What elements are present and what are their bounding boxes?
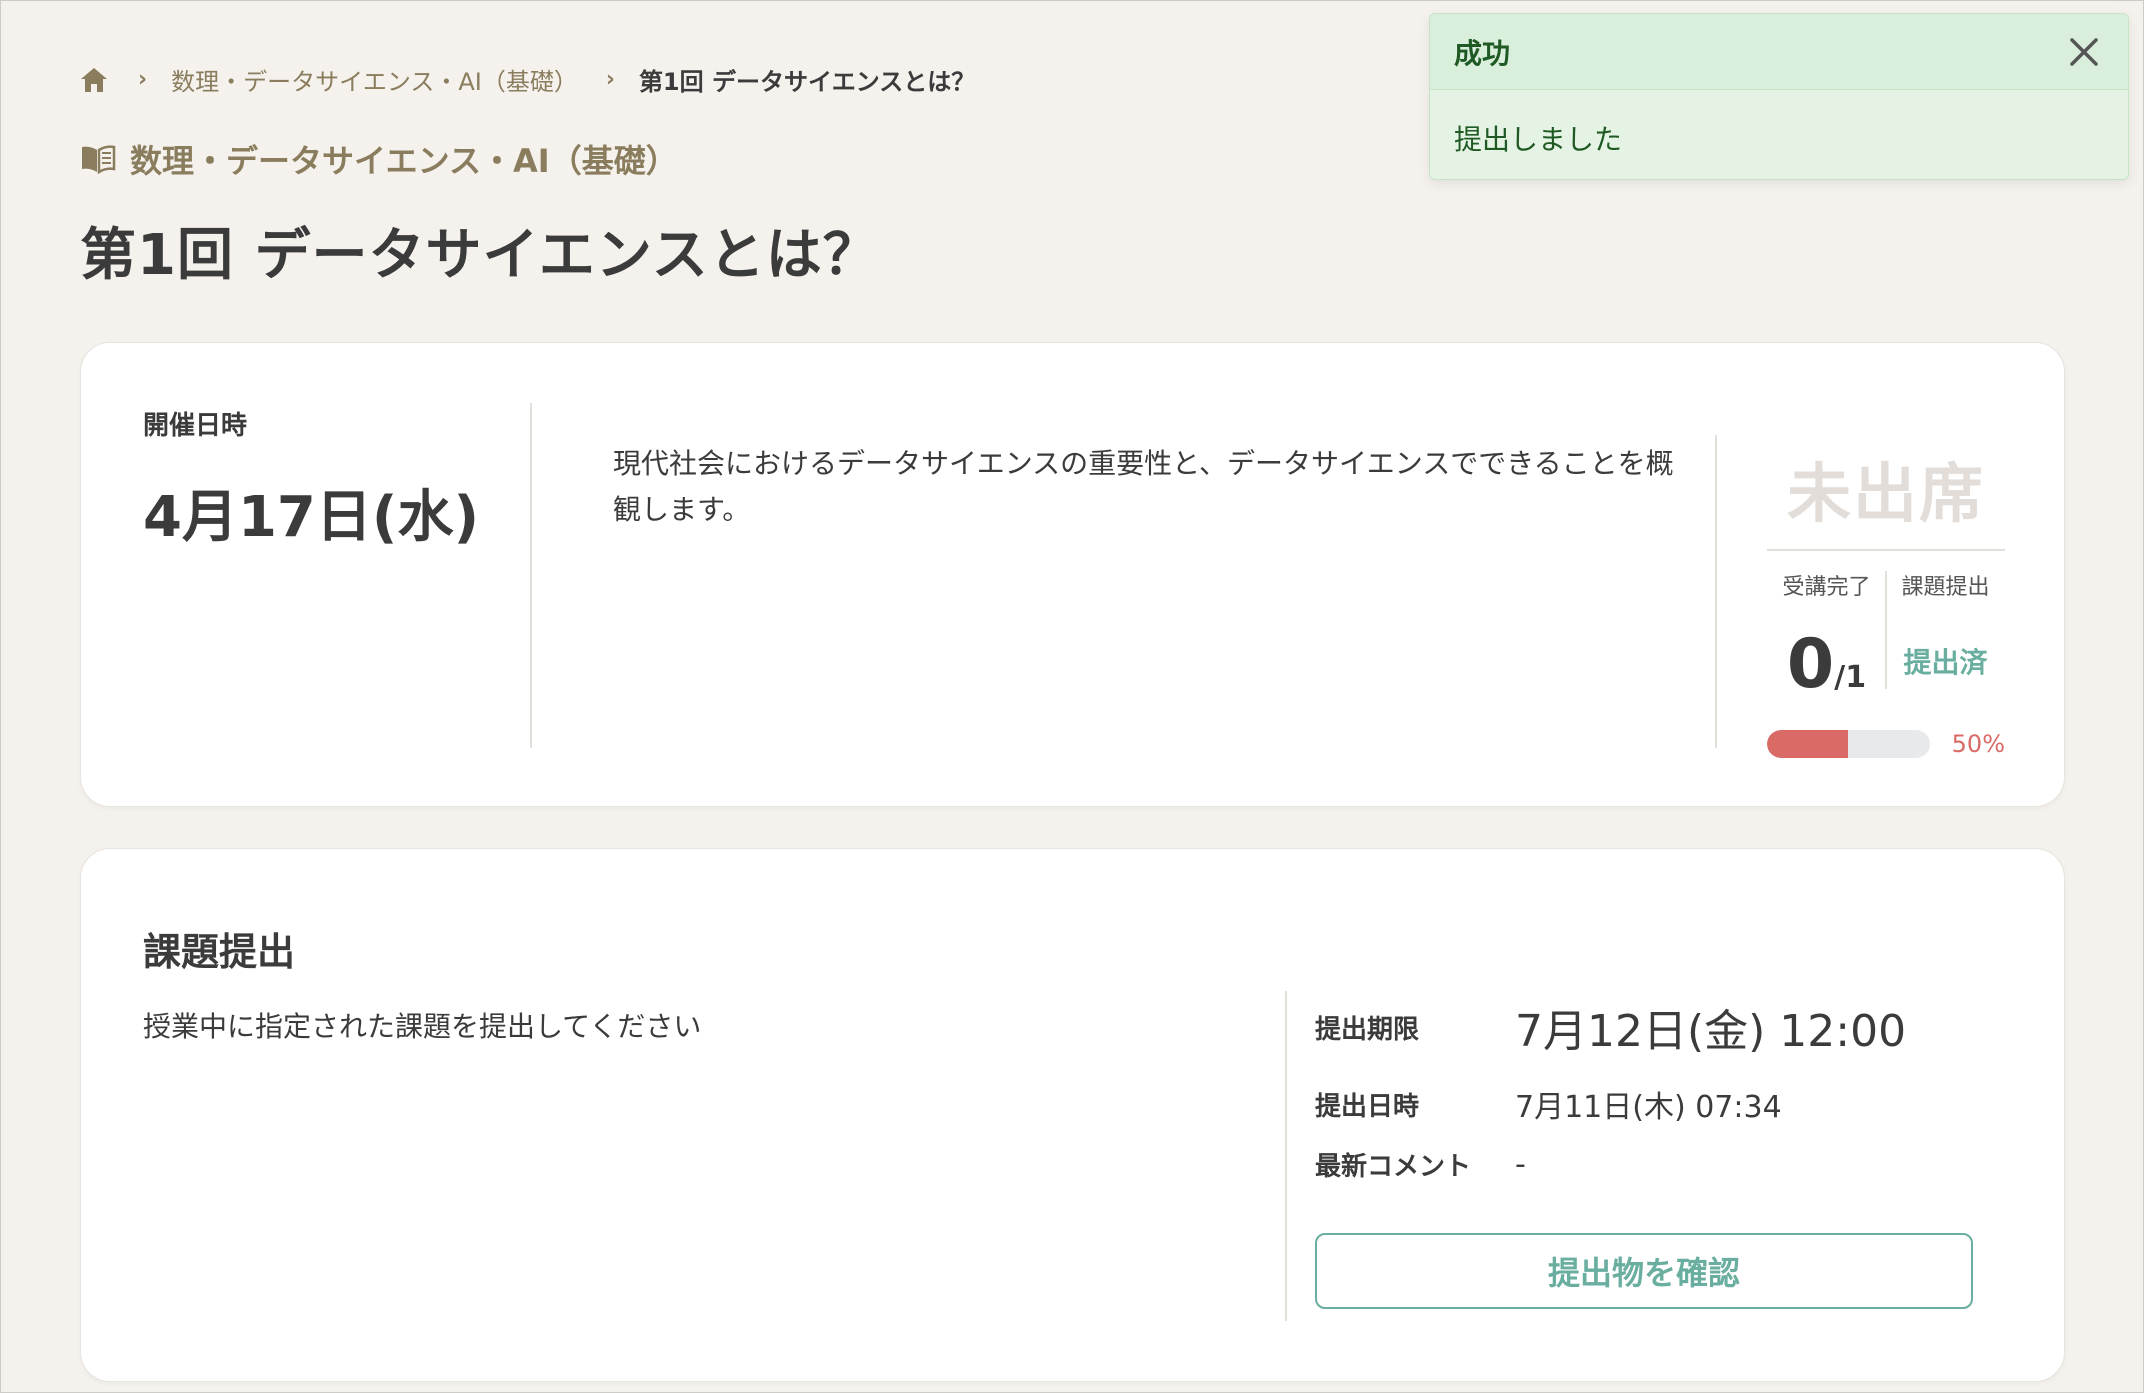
divider [530,403,532,748]
completed-stat: 受講完了 0/1 [1767,569,1886,704]
chevron-right-icon: › [605,67,615,92]
assignment-info: 提出期限 7月12日(金) 12:00 提出日時 7月11日(木) 07:34 … [1315,989,2015,1189]
toast-header: 成功 [1430,14,2128,90]
comment-label: 最新コメント [1315,1151,1472,1182]
course-title: 数理・データサイエンス・AI（基礎） [80,136,678,182]
progress-bar [1767,730,1930,758]
divider [1885,571,1887,689]
submitted-row: 提出日時 7月11日(木) 07:34 [1315,1069,2015,1139]
course-title-text: 数理・データサイエンス・AI（基礎） [130,142,678,180]
submitted-label: 提出日時 [1315,1091,1420,1122]
assignment-title: 課題提出 [143,930,296,974]
completed-value: 0/1 [1767,625,1886,704]
success-toast: 成功 提出しました [1429,13,2129,180]
date-label: 開催日時 [143,411,248,441]
session-description: 現代社会におけるデータサイエンスの重要性と、データサイエンスでできることを概観し… [613,447,1674,526]
home-icon[interactable] [80,65,110,95]
submitted-value: 7月11日(木) 07:34 [1515,1090,1782,1125]
completed-label: 受講完了 [1782,575,1871,600]
divider [1285,991,1287,1321]
comment-value: - [1515,1146,1526,1182]
progress-row: 50% [1767,730,2005,758]
status-panel: 未出席 受講完了 0/1 課題提出 提出済 50% [1767,443,2005,758]
deadline-value: 7月12日(金) 12:00 [1515,1006,1907,1057]
completed-count: 0 [1786,625,1835,704]
stats: 受講完了 0/1 課題提出 提出済 [1767,569,2005,704]
confirm-submission-button[interactable]: 提出物を確認 [1315,1233,1973,1309]
chevron-right-icon: › [138,67,148,92]
session-card: 開催日時 4月17日(水) 現代社会におけるデータサイエンスの重要性と、データサ… [80,342,2065,807]
breadcrumb-current: 第1回 データサイエンスとは？ [638,68,976,96]
attendance-status: 未出席 [1767,443,2005,551]
close-icon[interactable] [2064,32,2104,72]
breadcrumb-course-link[interactable]: 数理・データサイエンス・AI（基礎） [171,62,578,97]
breadcrumb: › 数理・データサイエンス・AI（基礎） › 第1回 データサイエンスとは？ [80,62,975,97]
divider [1715,435,1717,748]
date-block: 開催日時 4月17日(水) [143,405,479,553]
date-value: 4月17日(水) [143,485,480,550]
progress-text: 50% [1951,730,2005,758]
deadline-row: 提出期限 7月12日(金) 12:00 [1315,989,2015,1065]
assignment-description: 授業中に指定された課題を提出してください [143,1010,702,1043]
open-book-icon [80,143,116,175]
toast-title: 成功 [1454,36,1511,70]
comment-row: 最新コメント - [1315,1139,2015,1189]
page-title: 第1回 データサイエンスとは？ [80,223,880,288]
completed-total: /1 [1834,660,1867,695]
assignment-card: 課題提出 授業中に指定された課題を提出してください 提出期限 7月12日(金) … [80,848,2065,1382]
deadline-label: 提出期限 [1315,1014,1420,1045]
assignment-stat: 課題提出 提出済 [1886,569,2005,704]
assignment-status: 提出済 [1903,646,1988,679]
progress-fill [1767,730,1849,758]
assignment-label: 課題提出 [1901,575,1990,600]
toast-message: 提出しました [1454,123,1623,156]
